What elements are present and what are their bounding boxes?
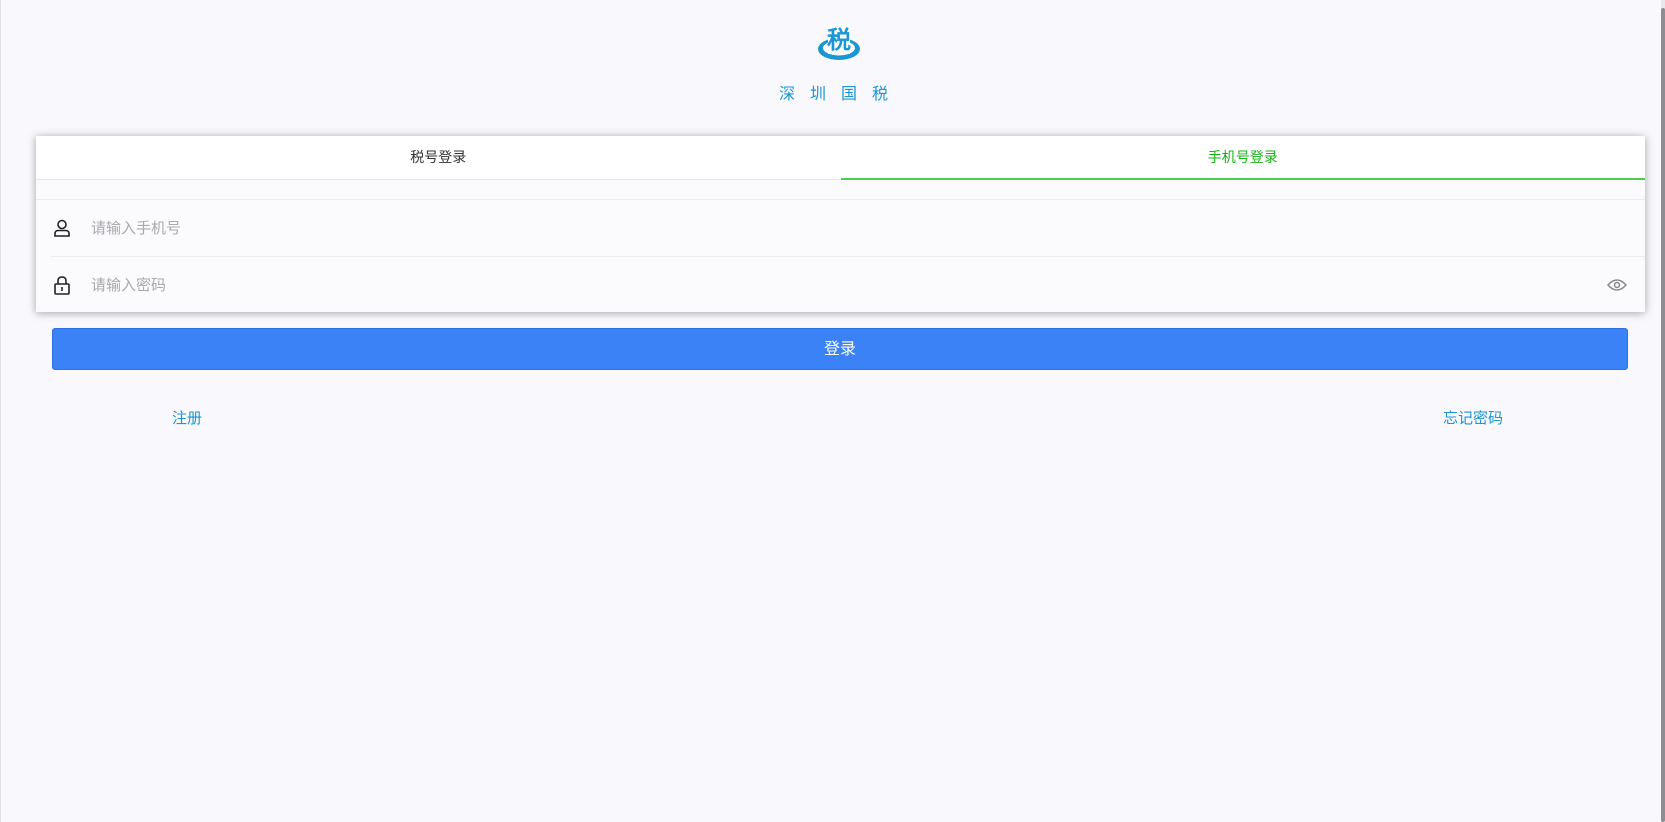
tax-logo-icon: 税 (815, 18, 863, 66)
eye-icon[interactable] (1605, 273, 1629, 297)
tab-phone-login[interactable]: 手机号登录 (840, 136, 1646, 180)
password-input[interactable] (91, 264, 1605, 305)
scrollbar[interactable] (1661, 0, 1665, 822)
brand-name: 深圳国税 (778, 84, 903, 103)
phone-field-row (51, 200, 1645, 256)
tab-tax-id-login[interactable]: 税号登录 (36, 136, 841, 179)
tab-divider (36, 180, 1645, 200)
login-page: 税 深圳国税 税号登录 手机号登录 请输入手机号 登录 注册 忘记密码 (0, 0, 1665, 822)
register-link[interactable]: 注册 (172, 407, 202, 428)
login-tabs: 税号登录 手机号登录 (36, 136, 1645, 180)
lock-icon (51, 274, 73, 296)
user-icon (51, 217, 73, 239)
logo-char: 税 (827, 26, 851, 54)
scrollbar-thumb[interactable] (1661, 8, 1665, 822)
phone-input[interactable] (91, 208, 1645, 248)
login-button[interactable]: 登录 (52, 328, 1628, 370)
password-field-row (51, 256, 1645, 312)
forgot-password-link[interactable]: 忘记密码 (1443, 407, 1503, 428)
login-card: 税号登录 手机号登录 (36, 136, 1645, 312)
